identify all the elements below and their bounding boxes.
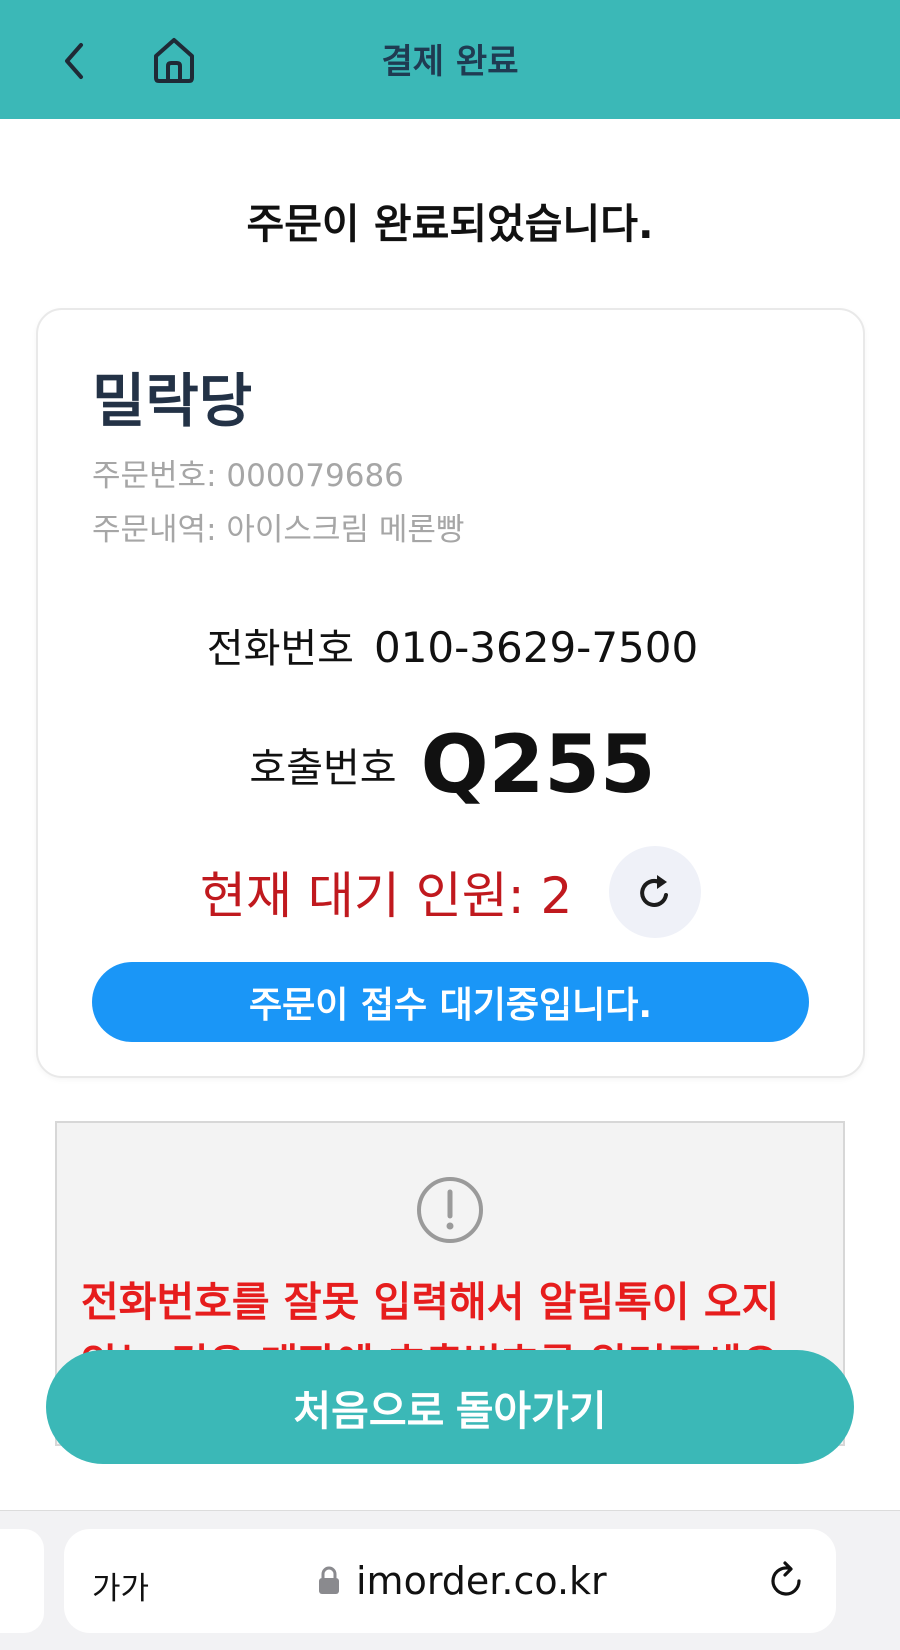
exclamation-circle-icon (417, 1177, 483, 1243)
phone-label: 전화번호 (206, 626, 354, 672)
previous-tab[interactable] (0, 1529, 44, 1633)
refresh-icon (640, 875, 668, 907)
order-card: 밀락당 주문번호: 000079686 주문내역: 아이스크림 메론빵 전화번호… (36, 308, 865, 1078)
waiting-count: 현재 대기 인원: 2 (200, 867, 573, 925)
order-items: 주문내역: 아이스크림 메론빵 (92, 512, 465, 548)
store-name: 밀락당 (92, 367, 253, 435)
call-number-label: 호출번호 (249, 745, 397, 792)
lock-icon (319, 1566, 339, 1594)
address-bar[interactable]: 가가 imorder.co.kr (64, 1529, 836, 1633)
call-number-value: Q255 (420, 718, 656, 811)
text-size-button[interactable]: 가가 (92, 1563, 149, 1608)
phone-value: 010-3629-7500 (373, 623, 699, 672)
url-text: imorder.co.kr (356, 1559, 607, 1603)
call-number-row: 호출번호 Q255 (38, 718, 867, 811)
order-number: 주문번호: 000079686 (92, 458, 404, 494)
browser-toolbar: 가가 imorder.co.kr (0, 1510, 900, 1650)
order-status-badge: 주문이 접수 대기중입니다. (92, 962, 809, 1042)
order-complete-message: 주문이 완료되었습니다. (246, 200, 654, 248)
go-home-button[interactable]: 처음으로 돌아가기 (46, 1350, 854, 1464)
reload-icon[interactable] (764, 1559, 808, 1603)
phone-row: 전화번호 010-3629-7500 (38, 616, 867, 674)
page-title: 결제 완료 (381, 42, 519, 82)
refresh-button[interactable] (609, 846, 701, 938)
top-app-bar: 결제 완료 (0, 0, 900, 119)
